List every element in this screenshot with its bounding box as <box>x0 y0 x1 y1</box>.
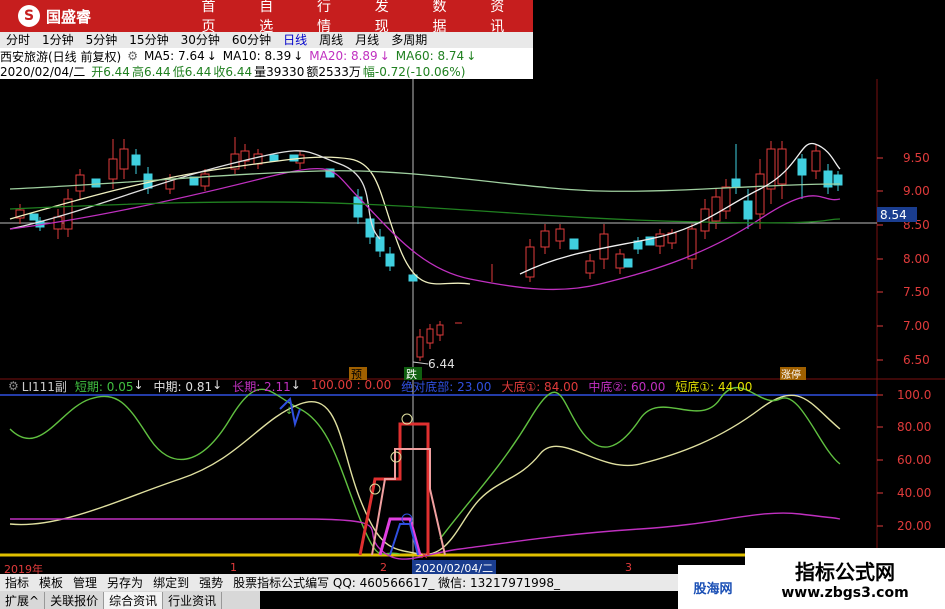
period-3[interactable]: 15分钟 <box>123 32 174 48</box>
nav-market[interactable]: 行情 <box>302 0 360 36</box>
candles <box>15 137 843 361</box>
ma-value-1: MA10: 8.39 <box>222 49 292 63</box>
indicator-item-3: 100.00 : 0.00 <box>310 377 392 392</box>
period-1[interactable]: 1分钟 <box>36 32 80 48</box>
ma-value-2: MA20: 8.89 <box>309 49 378 63</box>
buy-arrow-icon: ↓ <box>285 406 293 417</box>
nav-home[interactable]: 首页 <box>186 0 244 36</box>
watermark-zbgs-title: 指标公式网 <box>795 560 895 584</box>
chart-area[interactable]: 9.509.008.508.007.507.006.50 6.44 预 跌 涨停… <box>0 79 945 561</box>
logo-icon: S <box>18 5 40 27</box>
indicator-name: LI111副 <box>21 379 67 394</box>
period-8[interactable]: 月线 <box>349 32 385 48</box>
ma-arrow-icon: ↓ <box>293 49 304 63</box>
nav-discover[interactable]: 发现 <box>360 0 418 36</box>
price-tick-label: 8.00 <box>903 252 930 266</box>
indicator-tick-label: 20.00 <box>897 519 931 533</box>
ohlc-item-6: 幅-0.72(-10.06%) <box>362 64 466 79</box>
indicator-arrow-icon: ↓ <box>212 377 223 392</box>
period-5[interactable]: 60分钟 <box>226 32 277 48</box>
nav-news[interactable]: 资讯 <box>475 0 533 36</box>
price-tick-label: 6.50 <box>903 353 930 367</box>
watermark-guhai: 股海网 <box>678 565 748 609</box>
price-tick-label: 9.50 <box>903 151 930 165</box>
top-nav: S 国盛睿 首页 自选 行情 发现 数据 资讯 <box>0 0 533 35</box>
ohlc-item-3: 收6.44 <box>213 64 253 79</box>
time-axis: 2019年 1 2 2020/02/04/二 3 <box>0 560 745 576</box>
price-tick-label: 7.50 <box>903 285 930 299</box>
toolbar-btn-5[interactable]: 强势 <box>194 574 228 591</box>
indicator-item-6: 中底②: 60.00 <box>588 379 666 394</box>
ohlc-item-2: 低6.44 <box>172 64 212 79</box>
ohlc-item-0: 开6.44 <box>91 64 130 79</box>
watermark-zbgs-url: www.zbgs3.com <box>781 585 909 601</box>
toolbar-btn-4[interactable]: 绑定到 <box>148 574 194 591</box>
ohlc-item-4: 量39330 <box>254 64 305 79</box>
indicator-item-4: 绝对底部: 23.00 <box>401 379 492 394</box>
ma-value-0: MA5: 7.64 <box>143 49 205 63</box>
app-logo[interactable]: S 国盛睿 <box>0 5 186 27</box>
indicator-lines <box>9 386 841 560</box>
logo-text: 国盛睿 <box>46 7 92 26</box>
nav-watchlist[interactable]: 自选 <box>244 0 302 36</box>
toolbar-btn-3[interactable]: 另存为 <box>102 574 148 591</box>
toolbar-btn-2[interactable]: 管理 <box>68 574 102 591</box>
indicator-header: ⚙ LI111副 短期: 0.05 ↓ 中期: 0.81 ↓ 长期: 2.11 ↓ 100.… <box>0 377 880 394</box>
watermark-zbgs: 指标公式网 www.zbgs3.com <box>745 548 945 609</box>
ohlc-item-1: 高6.44 <box>131 64 171 79</box>
indicator-item-2: 长期: 2.11 <box>232 379 291 394</box>
period-9[interactable]: 多周期 <box>385 32 433 48</box>
ma-arrow-icon: ↓ <box>379 49 390 63</box>
tab-related-quotes[interactable]: 关联报价 <box>45 591 105 609</box>
nav-data[interactable]: 数据 <box>417 0 475 36</box>
tab-expand[interactable]: 扩展^ <box>0 591 46 609</box>
indicator-toolbar: 指标 模板 管理 另存为 绑定到 强势 股票指标公式编写 QQ: 460566617_ 微… <box>0 574 745 591</box>
ohlc-item-5: 额2533万 <box>306 64 361 79</box>
settings-gear-icon[interactable]: ⚙ <box>127 49 138 63</box>
toolbar-btn-1[interactable]: 模板 <box>34 574 68 591</box>
indicator-item-1: 中期: 0.81 <box>153 379 213 394</box>
indicator-gear-icon[interactable]: ⚙ <box>8 379 19 393</box>
time-tick-2: 2 <box>380 561 387 574</box>
period-0[interactable]: 分时 <box>0 32 36 48</box>
indicator-item-5: 大底①: 84.00 <box>501 379 579 394</box>
indicator-item-7: 短底①: 44.00 <box>675 379 753 394</box>
current-price-tag: 8.54 <box>880 208 907 222</box>
watermark-guhai-text: 股海网 <box>693 581 733 597</box>
toolbar-contact-text: 股票指标公式编写 QQ: 460566617_ 微信: 13217971998_ <box>233 576 561 590</box>
ma-arrow-icon: ↓ <box>466 49 477 63</box>
indicator-arrow-icon: ↓ <box>290 377 301 392</box>
indicator-tick-label: 80.00 <box>897 420 931 434</box>
period-6[interactable]: 日线 <box>277 32 313 48</box>
ma-arrow-icon: ↓ <box>206 49 217 63</box>
tab-general-news[interactable]: 综合资讯 <box>104 591 164 609</box>
ohlc-info-line: 2020/02/04/二 开6.44 高6.44 低6.44 收6.44 量39330 额… <box>0 63 533 79</box>
bar-date: 2020/02/04/二 <box>0 64 86 79</box>
indicator-tick-label: 60.00 <box>897 453 931 467</box>
period-2[interactable]: 5分钟 <box>80 32 124 48</box>
period-7[interactable]: 周线 <box>313 32 349 48</box>
tab-industry-news[interactable]: 行业资讯 <box>163 591 223 609</box>
indicator-tick-label: 40.00 <box>897 486 931 500</box>
price-tick-label: 7.00 <box>903 319 930 333</box>
time-tick-3: 3 <box>625 561 632 574</box>
time-tick-1: 1 <box>230 561 237 574</box>
low-price-label: 6.44 <box>428 357 455 371</box>
period-4[interactable]: 30分钟 <box>175 32 226 48</box>
bottom-tabs: 扩展^ 关联报价 综合资讯 行业资讯 <box>0 591 260 609</box>
indicator-arrow-icon: ↓ <box>133 377 144 392</box>
toolbar-btn-0[interactable]: 指标 <box>0 574 34 591</box>
indicator-item-0: 短期: 0.05 <box>74 379 134 394</box>
price-tick-label: 9.00 <box>903 184 930 198</box>
ma-value-3: MA60: 8.74 <box>395 49 465 63</box>
indicator-tick-label: 100.0 <box>897 388 931 402</box>
period-bar: 分时 1分钟 5分钟 15分钟 30分钟 60分钟 日线 周线 月线 多周期 <box>0 32 533 48</box>
